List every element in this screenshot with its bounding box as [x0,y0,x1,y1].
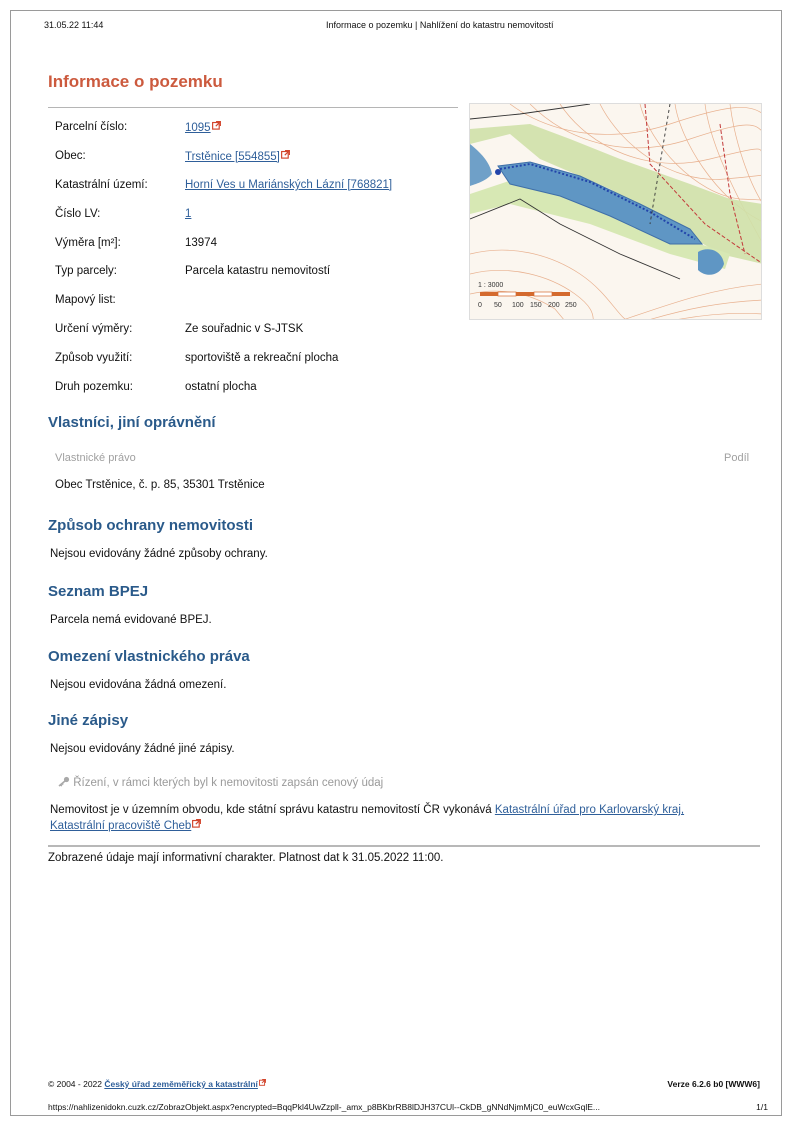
scale-tick: 0 [478,302,482,309]
info-value: Parcela katastru nemovitostí [185,265,331,278]
info-row-map-sheet: Mapový list: [50,286,392,315]
lv-number-link[interactable]: 1 [185,208,191,220]
ownership-right-header: Vlastnické právo [55,452,136,464]
info-row-land-use: Způsob využití: sportoviště a rekreační … [50,343,392,372]
info-label: Určení výměry: [55,322,133,335]
restrictions-text: Nejsou evidována žádná omezení. [50,679,227,691]
map-image: 1 : 3000 0 50 100 150 200 250 [470,104,761,319]
other-records-text: Nejsou evidovány žádné jiné zápisy. [50,743,235,755]
owner-entry: Obec Trstěnice, č. p. 85, 35301 Trstěnic… [55,479,265,491]
page-title: Informace o pozemku [48,72,223,91]
proceedings-label: Řízení, v rámci kterých byl k nemovitost… [73,777,384,789]
print-footer: https://nahlizenidokn.cuzk.cz/ZobrazObje… [48,1102,768,1112]
restrictions-heading: Omezení vlastnického práva [48,648,250,665]
office-note: Nemovitost je v územním obvodu, kde stát… [50,802,762,834]
info-label: Typ parcely: [55,265,117,278]
municipality-link[interactable]: Trstěnice [554855] [185,151,280,163]
external-link-icon [212,121,221,130]
title-divider [48,107,458,108]
scale-tick: 250 [565,302,577,309]
info-value: Trstěnice [554855] [185,142,392,171]
office-note-text: Nemovitost je v územním obvodu, kde stát… [50,804,495,816]
info-value [185,286,392,315]
info-value: ostatní plocha [185,380,257,393]
bpej-text: Parcela nemá evidované BPEJ. [50,614,212,626]
print-url: https://nahlizenidokn.cuzk.cz/ZobrazObje… [48,1102,601,1112]
info-row-parcel-type: Typ parcely: Parcela katastru nemovitost… [50,257,392,286]
info-label: Katastrální území: [55,178,148,191]
info-row-municipality: Obec: Trstěnice [554855] [50,142,392,171]
info-label: Způsob využití: [55,351,133,364]
other-records-heading: Jiné zápisy [48,712,129,729]
copyright: © 2004 - 2022 Český úřad zeměměřický a k… [48,1079,266,1089]
scale-tick: 100 [512,302,524,309]
protection-heading: Způsob ochrany nemovitosti [48,517,254,534]
print-date: 31.05.22 11:44 [44,20,104,30]
info-row-cadastral-area: Katastrální území: Horní Ves u Mariánský… [50,171,392,200]
external-link-icon [192,819,201,828]
version-label: Verze 6.2.6 b0 [WWW6] [667,1079,760,1089]
info-label: Obec: [55,150,86,163]
info-label: Číslo LV: [55,207,101,220]
copyright-text: © 2004 - 2022 [48,1079,105,1089]
external-link-icon [259,1079,266,1086]
info-value: 1095 [185,113,392,142]
external-link-icon [281,150,290,159]
print-page-title: Informace o pozemku | Nahlížení do katas… [326,20,554,30]
info-row-area: Výměra [m²]: 13974 [50,228,392,257]
scale-ratio: 1 : 3000 [478,282,503,289]
scale-tick: 50 [494,302,502,309]
content-divider [48,845,760,847]
parcel-number-link[interactable]: 1095 [185,122,211,134]
info-row-lv-number: Číslo LV: 1 [50,199,392,228]
print-header: 31.05.22 11:44 Informace o pozemku | Nah… [0,20,792,34]
validity-note: Zobrazené údaje mají informativní charak… [48,852,444,864]
print-page-number: 1/1 [756,1102,768,1112]
share-header: Podíl [724,452,750,464]
info-value: Horní Ves u Mariánských Lázní [768821] [185,171,392,200]
cadastral-office-link[interactable]: Katastrální úřad pro Karlovarský kraj, [495,804,684,816]
scale-tick: 200 [548,302,560,309]
scale-tick: 150 [530,302,542,309]
info-row-parcel-number: Parcelní číslo: 1095 [50,113,392,142]
parcel-info-table: Parcelní číslo: 1095 Obec: Trstěnice [55… [50,113,392,401]
proceedings-toggle[interactable]: Řízení, v rámci kterých byl k nemovitost… [58,776,383,789]
info-label: Parcelní číslo: [55,121,128,134]
info-value: 13974 [185,236,217,249]
info-label: Mapový list: [55,294,116,307]
info-row-land-kind: Druh pozemku: ostatní plocha [50,372,392,401]
info-value: 1 [185,199,392,228]
info-label: Druh pozemku: [55,380,133,393]
cadastral-workplace-link[interactable]: Katastrální pracoviště Cheb [50,820,191,832]
agency-link[interactable]: Český úřad zeměměřický a katastrální [104,1079,258,1089]
owners-heading: Vlastníci, jiní oprávnění [48,414,216,431]
info-value: Ze souřadnic v S-JTSK [185,322,304,335]
info-row-area-determination: Určení výměry: Ze souřadnic v S-JTSK [50,315,392,344]
cadastral-area-link[interactable]: Horní Ves u Mariánských Lázní [768821] [185,179,392,191]
bpej-heading: Seznam BPEJ [48,583,149,600]
info-label: Výměra [m²]: [55,236,121,249]
info-value: sportoviště a rekreační plocha [185,351,339,364]
parcel-map[interactable]: 1 : 3000 0 50 100 150 200 250 [469,103,762,320]
protection-text: Nejsou evidovány žádné způsoby ochrany. [50,548,268,560]
key-icon [58,776,70,787]
